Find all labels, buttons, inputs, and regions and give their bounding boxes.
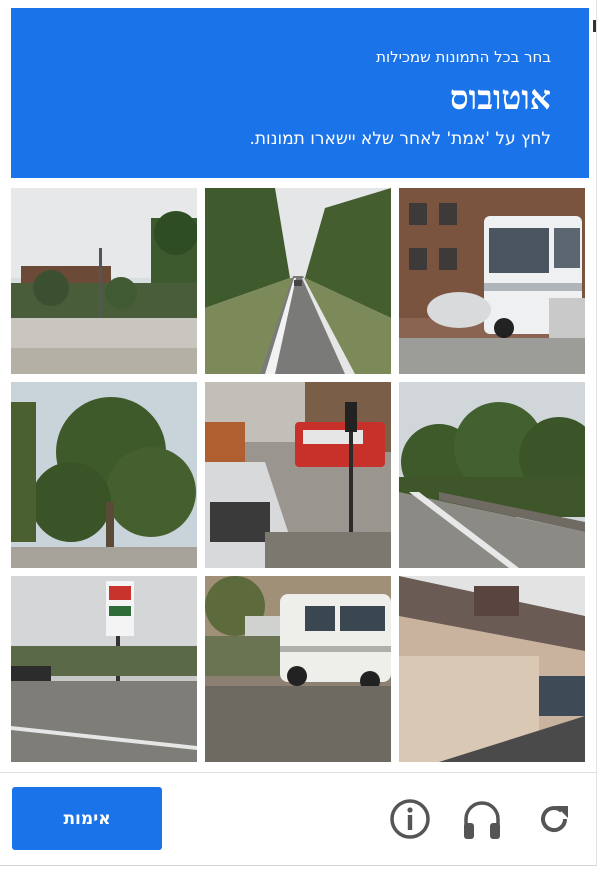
image-tile-4[interactable] bbox=[11, 382, 197, 568]
image-tile-3[interactable] bbox=[399, 188, 585, 374]
challenge-header: בחר בכל התמונות שמכילות אוטובוס לחץ על '… bbox=[11, 8, 589, 178]
footer-divider bbox=[0, 772, 597, 773]
instruction-subtext: לחץ על 'אמת' לאחר שלא יישארו תמונות. bbox=[249, 129, 551, 149]
reload-icon[interactable] bbox=[532, 797, 576, 841]
headphones-icon[interactable] bbox=[460, 797, 504, 841]
image-tile-7[interactable] bbox=[11, 576, 197, 762]
target-keyword: אוטובוס bbox=[449, 78, 551, 117]
image-tile-6[interactable] bbox=[399, 382, 585, 568]
tile-8-image bbox=[205, 576, 391, 762]
tile-7-image bbox=[11, 576, 197, 762]
image-tile-2[interactable] bbox=[205, 188, 391, 374]
tile-3-image bbox=[399, 188, 585, 374]
tile-6-image bbox=[399, 382, 585, 568]
tile-5-image bbox=[205, 382, 391, 568]
image-tile-5[interactable] bbox=[205, 382, 391, 568]
image-tile-1[interactable] bbox=[11, 188, 197, 374]
tile-2-image bbox=[205, 188, 391, 374]
verify-button[interactable]: אימות bbox=[12, 787, 162, 850]
tile-4-image bbox=[11, 382, 197, 568]
edge-marker bbox=[593, 20, 596, 32]
captcha-challenge-frame: בחר בכל התמונות שמכילות אוטובוס לחץ על '… bbox=[0, 0, 597, 866]
instruction-text: בחר בכל התמונות שמכילות bbox=[376, 48, 551, 66]
info-icon[interactable] bbox=[388, 797, 432, 841]
image-tile-8[interactable] bbox=[205, 576, 391, 762]
image-tile-9[interactable] bbox=[399, 576, 585, 762]
tile-9-image bbox=[399, 576, 585, 762]
tile-1-image bbox=[11, 188, 197, 374]
